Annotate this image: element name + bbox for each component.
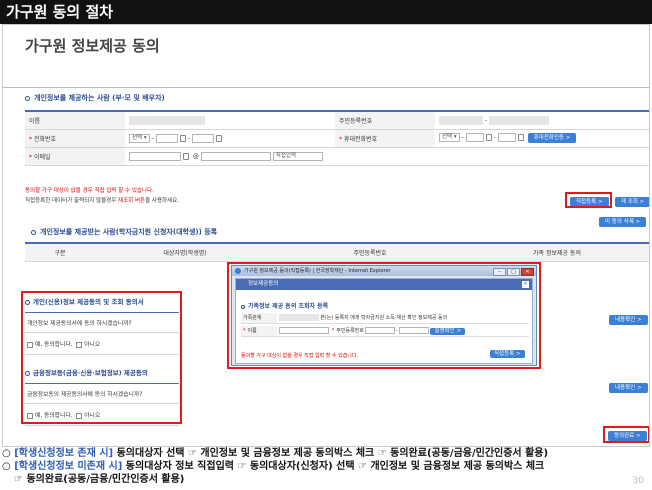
direct-entry-note: 동의할 가구 대상이 없을 경우 직접 입력 할 수 있습니다. <box>25 188 154 194</box>
column-header: 대상자명(학생명) <box>95 243 275 262</box>
phone-prefix-select[interactable]: 선택 ▾ <box>129 133 150 143</box>
rrn-label: 주민등록번호 <box>335 111 435 130</box>
page-title: 가구원 정보제공 동의 <box>25 37 160 55</box>
mobile-prefix-select[interactable]: 선택 ▾ <box>439 133 460 142</box>
bullet-icon <box>25 95 30 101</box>
highlight-box <box>21 291 182 424</box>
instruction-continuation: ☞ 동의완료(공동/금융/민간인증서 활용) <box>14 474 185 485</box>
name-label: 이름 <box>25 111 125 130</box>
provider-form: 이름 주민등록번호 - * 전화번호 선택 ▾ - - * 휴대전화번호 선택 ▾ … <box>25 110 649 166</box>
mobile-mid-input[interactable] <box>465 133 484 142</box>
email-id-input[interactable] <box>129 151 181 161</box>
keypad-icon[interactable] <box>179 134 186 142</box>
screenshot-frame: 가구원 정보제공 동의 개인정보를 제공하는 사람 (부·모 및 배우자) 이름… <box>2 24 650 447</box>
keypad-icon[interactable] <box>183 152 189 160</box>
requery-note: 직접등록한 데이터가 출력되지 않을경우 재조회 버튼을 사용하세요. <box>25 198 179 204</box>
email-label: 이메일 <box>34 153 51 161</box>
keypad-icon[interactable] <box>517 134 524 141</box>
receiver-section-title: 개인정보를 제공받는 사람(학자금지원 신청자(대학생)) 등록 <box>31 227 217 237</box>
column-header: 구분 <box>25 243 95 262</box>
slide-title: 가구원 동의 절차 <box>0 0 652 24</box>
highlight-box <box>227 262 541 369</box>
instruction-line: ○ [학생신청정보 존재 시] 동의대상자 선택 ☞ 개인정보 및 금융정보 제… <box>2 448 549 459</box>
requery-button[interactable]: 재 조회 > <box>615 197 649 207</box>
keypad-icon[interactable] <box>215 134 222 142</box>
column-header: 가족 정보제공 동의 <box>465 243 649 262</box>
rrn-front-field[interactable] <box>439 115 483 125</box>
name-field[interactable] <box>129 115 205 125</box>
mobile-auth-button[interactable]: 휴대전화인증 > <box>527 133 577 143</box>
divider <box>3 87 649 88</box>
mobile-last-input[interactable] <box>497 133 516 142</box>
highlight-box <box>565 192 612 208</box>
page-number: 30 <box>632 476 644 486</box>
email-domain-select[interactable]: 직접입력 <box>272 151 323 161</box>
column-header: 주민등록번호 <box>275 243 465 262</box>
finance-view-button[interactable]: 내용확인 > <box>609 383 648 393</box>
highlight-box <box>603 426 649 443</box>
email-domain-input[interactable] <box>200 151 271 161</box>
instruction-line: ○ [학생신청정보 미존재 시] 동의대상자 정보 직접입력 ☞ 동의대상자(신… <box>2 461 545 472</box>
phone-label: 전화번호 <box>34 135 57 143</box>
phone-mid-input[interactable] <box>155 133 178 143</box>
rrn-back-field[interactable] <box>488 115 549 125</box>
provider-section-title: 개인정보를 제공하는 사람 (부·모 및 배우자) <box>25 93 165 103</box>
mobile-label: 휴대전화번호 <box>344 135 378 143</box>
personal-view-button[interactable]: 내용확인 > <box>609 315 648 325</box>
bullet-icon <box>31 229 36 235</box>
delete-unagreed-button[interactable]: 미 동의 삭제 > <box>599 217 647 227</box>
keypad-icon[interactable] <box>485 134 492 141</box>
phone-last-input[interactable] <box>191 133 214 143</box>
receiver-table-header: 구분 대상자명(학생명) 주민등록번호 가족 정보제공 동의 <box>25 242 649 262</box>
